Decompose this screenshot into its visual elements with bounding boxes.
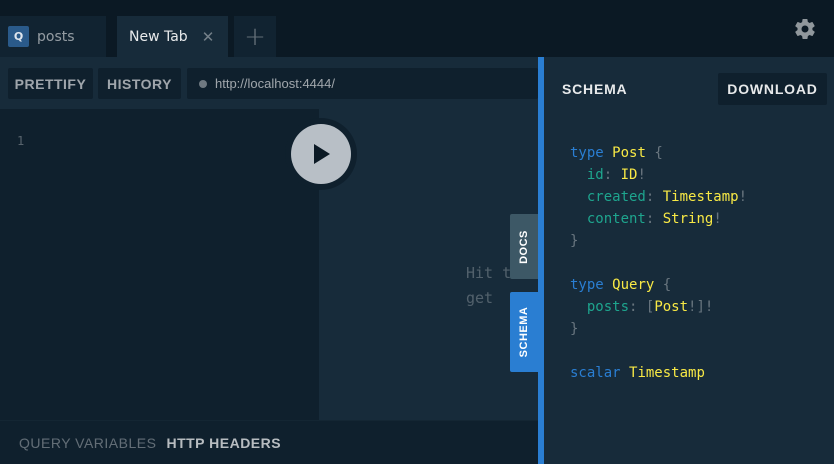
brace: { (662, 277, 672, 293)
schema-label: SCHEMA (518, 306, 530, 358)
history-button[interactable]: HISTORY (98, 68, 181, 99)
tab-posts[interactable]: Q posts (0, 16, 106, 57)
brace: { (654, 145, 663, 161)
field-type: Timestamp (662, 189, 739, 205)
brace: } (570, 233, 579, 249)
play-icon (314, 144, 330, 164)
bottom-panel-tabs: QUERY VARIABLES HTTP HEADERS (0, 420, 538, 464)
endpoint-url: http://localhost:4444/ (215, 76, 335, 91)
execute-query-button[interactable] (285, 118, 357, 190)
close-icon[interactable]: ✕ (202, 28, 215, 46)
keyword: type (570, 145, 604, 161)
endpoint-url-input[interactable]: http://localhost:4444/ (187, 68, 538, 99)
type-name: Timestamp (629, 365, 705, 381)
tab-label: posts (37, 28, 75, 45)
settings-gear-icon[interactable] (793, 17, 817, 41)
field-type: String (662, 211, 714, 227)
field-type: Post (654, 299, 689, 315)
tab-new-tab[interactable]: New Tab ✕ (117, 16, 228, 57)
tab-bar: Q posts New Tab ✕ + (0, 0, 834, 57)
type-name: Query (612, 277, 655, 293)
download-button[interactable]: DOWNLOAD (718, 73, 827, 105)
field-name: id (586, 167, 604, 183)
query-editor[interactable]: 1 (0, 109, 319, 420)
schema-title: SCHEMA (562, 81, 628, 97)
brace: } (570, 321, 579, 337)
query-badge-icon: Q (8, 26, 29, 47)
http-headers-tab[interactable]: HTTP HEADERS (166, 435, 281, 451)
field-name: created (586, 189, 646, 205)
plus-icon[interactable]: + (234, 16, 276, 57)
tab-label: New Tab (129, 28, 188, 45)
docs-label: DOCS (518, 229, 530, 264)
docs-side-tab[interactable]: DOCS (510, 214, 538, 279)
prettify-button[interactable]: PRETTIFY (8, 68, 93, 99)
schema-code: type Post { id: ID! created: Timestamp! … (570, 145, 748, 381)
query-variables-tab[interactable]: QUERY VARIABLES (19, 435, 156, 451)
result-hint: Hit t get (466, 264, 512, 307)
schema-side-tab[interactable]: SCHEMA (510, 292, 538, 372)
editor-toolbar: PRETTIFY HISTORY http://localhost:4444/ (0, 57, 538, 109)
field-name: content (586, 211, 646, 227)
status-dot-icon (199, 79, 207, 88)
play-button-face (291, 124, 351, 184)
field-type: ID (620, 167, 638, 183)
type-name: Post (612, 145, 646, 161)
keyword: scalar (570, 365, 621, 381)
field-name: posts (586, 299, 630, 315)
keyword: type (570, 277, 604, 293)
schema-panel: SCHEMA DOWNLOAD type Post { id: ID! crea… (538, 57, 834, 464)
line-number: 1 (17, 134, 25, 148)
